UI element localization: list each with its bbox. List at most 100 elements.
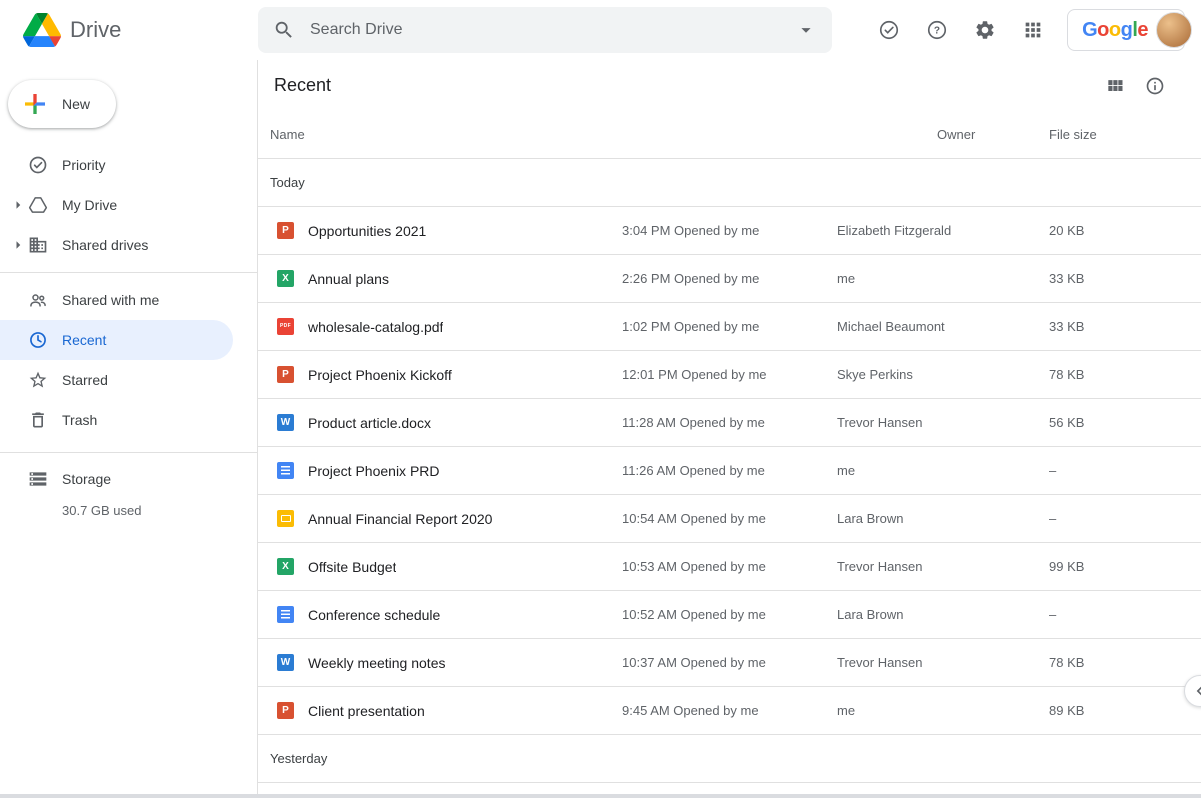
section-label: Today xyxy=(258,159,1201,207)
google-logo: Google xyxy=(1082,20,1148,40)
file-size: 56 KB xyxy=(1049,415,1185,430)
plus-icon xyxy=(20,89,50,119)
file-size: – xyxy=(1049,511,1185,526)
sidebar-item-label: Shared with me xyxy=(62,292,159,308)
sidebar-item-priority[interactable]: Priority xyxy=(0,145,233,185)
help-icon[interactable]: ? xyxy=(917,10,957,50)
topbar-actions: ? Google xyxy=(869,9,1201,51)
recent-icon xyxy=(28,330,48,350)
new-button-label: New xyxy=(62,96,90,112)
file-row[interactable]: PDFwholesale-catalog.pdf1:02 PM Opened b… xyxy=(258,303,1201,351)
section-label: Yesterday xyxy=(258,735,1201,783)
file-name: Project Phoenix Kickoff xyxy=(308,367,452,383)
file-owner: Skye Perkins xyxy=(837,367,1049,382)
file-row[interactable]: Annual Financial Report 202010:54 AM Ope… xyxy=(258,495,1201,543)
horizontal-scrollbar[interactable] xyxy=(0,794,1201,798)
file-owner: me xyxy=(837,463,1049,478)
file-activity: 9:45 AM Opened by me xyxy=(622,703,837,718)
drive-home-link[interactable]: Drive xyxy=(0,13,258,47)
file-name: Weekly meeting notes xyxy=(308,655,445,671)
settings-gear-icon[interactable] xyxy=(965,10,1005,50)
sidebar-item-label: Priority xyxy=(62,157,106,173)
storage-used: 30.7 GB used xyxy=(62,503,257,518)
file-type-gslide-icon xyxy=(277,510,294,527)
sidebar-item-label: Storage xyxy=(62,471,111,487)
sidebar-item-my-drive[interactable]: My Drive xyxy=(0,185,233,225)
search-input[interactable] xyxy=(304,21,786,39)
search-bar[interactable] xyxy=(258,7,832,53)
sidebar-divider xyxy=(0,452,257,453)
new-button[interactable]: New xyxy=(8,80,116,128)
account-avatar[interactable] xyxy=(1156,12,1192,48)
file-name: wholesale-catalog.pdf xyxy=(308,319,443,335)
sidebar-item-starred[interactable]: Starred xyxy=(0,360,233,400)
trash-icon xyxy=(28,410,48,430)
file-activity: 10:53 AM Opened by me xyxy=(622,559,837,574)
file-name: Client presentation xyxy=(308,703,425,719)
google-apps-grid-icon[interactable] xyxy=(1013,10,1053,50)
offline-status-icon[interactable] xyxy=(869,10,909,50)
file-row[interactable]: XOffsite Budget10:53 AM Opened by meTrev… xyxy=(258,543,1201,591)
file-type-powerpoint-icon: P xyxy=(277,702,294,719)
sidebar-item-shared-drives[interactable]: Shared drives xyxy=(0,225,233,265)
file-activity: 2:26 PM Opened by me xyxy=(622,271,837,286)
file-row[interactable]: P Client presentation 9:45 AM Opened by me… xyxy=(258,687,1201,735)
sidebar-item-label: Recent xyxy=(62,332,106,348)
sidebar-item-storage[interactable]: Storage xyxy=(0,459,233,499)
info-icon[interactable] xyxy=(1135,66,1175,106)
file-owner: Lara Brown xyxy=(837,607,1049,622)
main-content: Recent Name Owner File size Today P Opport… xyxy=(257,60,1201,798)
file-row[interactable]: XAnnual plans2:26 PM Opened by meme33 KB xyxy=(258,255,1201,303)
file-type-pdf-icon: PDF xyxy=(277,318,294,335)
column-owner[interactable]: Owner xyxy=(837,127,1049,142)
file-row[interactable]: POpportunities 20213:04 PM Opened by meE… xyxy=(258,207,1201,255)
svg-text:?: ? xyxy=(934,26,940,37)
sidebar-item-label: Trash xyxy=(62,412,97,428)
page-title: Recent xyxy=(274,75,331,96)
file-size: – xyxy=(1049,607,1185,622)
shared-drives-icon xyxy=(28,235,48,255)
list-column-headers: Name Owner File size xyxy=(258,111,1201,159)
expand-arrow-icon[interactable] xyxy=(7,196,28,214)
column-file-size[interactable]: File size xyxy=(1049,127,1185,142)
file-type-gdoc-icon xyxy=(277,462,294,479)
column-name[interactable]: Name xyxy=(270,127,622,142)
file-row[interactable]: WWeekly meeting notes10:37 AM Opened by … xyxy=(258,639,1201,687)
sidebar-item-trash[interactable]: Trash xyxy=(0,400,233,440)
file-size: 99 KB xyxy=(1049,559,1185,574)
grid-view-icon[interactable] xyxy=(1095,66,1135,106)
file-row[interactable]: WProduct article.docx11:28 AM Opened by … xyxy=(258,399,1201,447)
file-owner: Elizabeth Fitzgerald xyxy=(837,223,1049,238)
sidebar-item-shared-with-me[interactable]: Shared with me xyxy=(0,280,233,320)
sidebar-nav: Priority My Drive Shared drives Shared with… xyxy=(0,145,257,440)
expand-arrow-icon[interactable] xyxy=(7,236,28,254)
main-header: Recent xyxy=(258,60,1201,111)
file-name: Opportunities 2021 xyxy=(308,223,426,239)
sidebar-item-label: My Drive xyxy=(62,197,117,213)
search-icon[interactable] xyxy=(264,10,304,50)
file-activity: 10:52 AM Opened by me xyxy=(622,607,837,622)
file-type-powerpoint-icon: P xyxy=(277,222,294,239)
file-name: Product article.docx xyxy=(308,415,431,431)
file-row[interactable]: Project Phoenix PRD11:26 AM Opened by me… xyxy=(258,447,1201,495)
file-row[interactable]: PProject Phoenix Kickoff12:01 PM Opened … xyxy=(258,351,1201,399)
file-owner: me xyxy=(837,703,1049,718)
file-list: TodayPOpportunities 20213:04 PM Opened b… xyxy=(258,159,1201,783)
file-owner: Trevor Hansen xyxy=(837,415,1049,430)
storage-icon xyxy=(28,469,48,489)
file-size: 20 KB xyxy=(1049,223,1185,238)
file-owner: Michael Beaumont xyxy=(837,319,1049,334)
file-owner: Trevor Hansen xyxy=(837,559,1049,574)
file-row[interactable]: Conference schedule10:52 AM Opened by me… xyxy=(258,591,1201,639)
search-options-caret-icon[interactable] xyxy=(786,10,826,50)
file-owner: Trevor Hansen xyxy=(837,655,1049,670)
file-activity: 10:37 AM Opened by me xyxy=(622,655,837,670)
sidebar-item-recent[interactable]: Recent xyxy=(0,320,233,360)
file-size: 33 KB xyxy=(1049,271,1185,286)
file-name: Project Phoenix PRD xyxy=(308,463,440,479)
shared-with-me-icon xyxy=(28,290,48,310)
file-name: Annual plans xyxy=(308,271,389,287)
drive-logo-icon xyxy=(23,13,61,47)
file-size: 89 KB xyxy=(1049,703,1185,718)
sidebar-item-label: Starred xyxy=(62,372,108,388)
